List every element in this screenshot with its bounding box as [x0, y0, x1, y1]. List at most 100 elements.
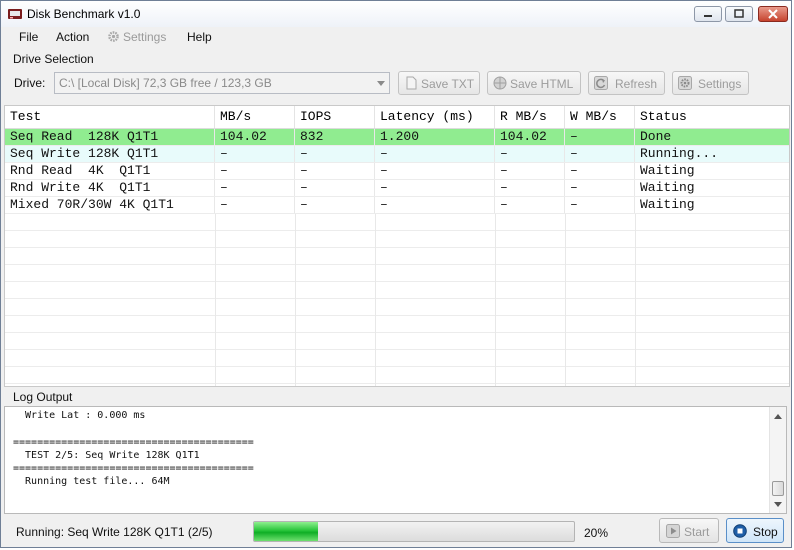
- cell-write-mbs: –: [565, 180, 635, 196]
- log-line: TEST 2/5: Seq Write 128K Q1T1: [13, 450, 200, 461]
- cell-read-mbs: –: [495, 197, 565, 213]
- progress-bar-fill: [254, 522, 318, 541]
- refresh-icon: [594, 76, 608, 90]
- cell-read-mbs: –: [495, 163, 565, 179]
- cell-test: Seq Read 128K Q1T1: [5, 129, 215, 145]
- cell-mbs: –: [215, 163, 295, 179]
- empty-row: [5, 214, 789, 231]
- column-divider: [215, 214, 216, 386]
- column-divider: [495, 214, 496, 386]
- cell-read-mbs: –: [495, 146, 565, 162]
- column-header-mbs[interactable]: MB/s: [215, 106, 295, 128]
- minimize-button[interactable]: [694, 6, 722, 22]
- cell-write-mbs: –: [565, 129, 635, 145]
- scroll-down-arrow-icon[interactable]: [774, 502, 782, 507]
- app-window: Disk Benchmark v1.0 File Action Settings…: [0, 0, 792, 548]
- empty-row: [5, 231, 789, 248]
- menu-settings-label: Settings: [123, 30, 167, 44]
- cell-latency: –: [375, 163, 495, 179]
- gear-icon: [108, 31, 119, 42]
- cell-iops: –: [295, 146, 375, 162]
- table-row[interactable]: Seq Write 128K Q1T1 – – – – – Running...: [5, 146, 789, 163]
- menu-file[interactable]: File: [19, 30, 38, 44]
- log-scrollbar[interactable]: [769, 407, 786, 513]
- progress-bar: [253, 521, 575, 542]
- menu-bar: File Action Settings Help: [1, 28, 791, 48]
- table-row[interactable]: Rnd Read 4K Q1T1 – – – – – Waiting: [5, 163, 789, 180]
- scroll-up-arrow-icon[interactable]: [774, 414, 782, 419]
- cell-iops: 832: [295, 129, 375, 145]
- cell-read-mbs: –: [495, 180, 565, 196]
- log-line: Running test file... 64M: [13, 476, 170, 487]
- maximize-button[interactable]: [725, 6, 753, 22]
- disk-app-icon: [8, 9, 22, 19]
- drive-dropdown[interactable]: C:\ [Local Disk] 72,3 GB free / 123,3 GB: [54, 72, 390, 94]
- close-icon: [768, 9, 778, 19]
- menu-help[interactable]: Help: [187, 30, 212, 44]
- refresh-label: Refresh: [615, 77, 658, 91]
- drive-label: Drive:: [14, 76, 46, 90]
- column-divider: [635, 214, 636, 386]
- cell-read-mbs: 104.02: [495, 129, 565, 145]
- results-table: Test MB/s IOPS Latency (ms) R MB/s W MB/…: [4, 105, 790, 387]
- cell-test: Rnd Write 4K Q1T1: [5, 180, 215, 196]
- column-header-iops[interactable]: IOPS: [295, 106, 375, 128]
- cell-write-mbs: –: [565, 163, 635, 179]
- minimize-icon: [704, 15, 712, 17]
- settings-button[interactable]: Settings: [672, 71, 749, 95]
- cell-status: Waiting: [640, 163, 695, 178]
- save-html-label: Save HTML: [510, 77, 574, 91]
- table-row[interactable]: Mixed 70R/30W 4K Q1T1 – – – – – Waiting: [5, 197, 789, 214]
- column-header-test[interactable]: Test: [5, 106, 215, 128]
- cell-status: Waiting: [640, 197, 695, 212]
- settings-label: Settings: [698, 77, 742, 91]
- empty-row: [5, 248, 789, 265]
- table-row[interactable]: Rnd Write 4K Q1T1 – – – – – Waiting: [5, 180, 789, 197]
- save-txt-button[interactable]: Save TXT: [398, 71, 480, 95]
- cell-status: Done: [640, 129, 672, 144]
- column-header-write-mbs[interactable]: W MB/s: [565, 106, 635, 128]
- empty-row: [5, 350, 789, 367]
- menu-action[interactable]: Action: [56, 30, 89, 44]
- drive-selection-label: Drive Selection: [13, 52, 94, 66]
- save-html-button[interactable]: Save HTML: [487, 71, 581, 95]
- drive-dropdown-value: C:\ [Local Disk] 72,3 GB free / 123,3 GB: [59, 76, 272, 90]
- cell-write-mbs: –: [565, 197, 635, 213]
- cell-iops: –: [295, 163, 375, 179]
- globe-icon: [493, 76, 507, 90]
- stop-button[interactable]: Stop: [726, 518, 784, 543]
- play-icon: [666, 524, 680, 538]
- empty-row: [5, 316, 789, 333]
- table-header: Test MB/s IOPS Latency (ms) R MB/s W MB/…: [5, 106, 789, 129]
- refresh-button[interactable]: Refresh: [588, 71, 665, 95]
- cell-latency: 1.200: [375, 129, 495, 145]
- column-header-latency[interactable]: Latency (ms): [375, 106, 495, 128]
- maximize-icon: [734, 9, 744, 18]
- log-output-textbox[interactable]: Write Lat : 0.000 ms ===================…: [4, 406, 787, 514]
- column-header-status[interactable]: Status: [635, 106, 789, 128]
- log-line: ========================================: [13, 463, 254, 474]
- cell-latency: –: [375, 146, 495, 162]
- status-text: Running: Seq Write 128K Q1T1 (2/5): [16, 525, 213, 539]
- menu-settings[interactable]: Settings: [107, 30, 166, 44]
- document-icon: [406, 76, 417, 90]
- title-bar: Disk Benchmark v1.0: [1, 1, 791, 27]
- cell-mbs: –: [215, 146, 295, 162]
- chevron-down-icon: [377, 81, 385, 86]
- cell-mbs: –: [215, 180, 295, 196]
- window-title: Disk Benchmark v1.0: [27, 7, 141, 21]
- column-header-read-mbs[interactable]: R MB/s: [495, 106, 565, 128]
- empty-row: [5, 299, 789, 316]
- column-divider: [565, 214, 566, 386]
- column-divider: [375, 214, 376, 386]
- cell-test: Mixed 70R/30W 4K Q1T1: [5, 197, 215, 213]
- close-button[interactable]: [758, 6, 788, 22]
- table-row[interactable]: Seq Read 128K Q1T1 104.02 832 1.200 104.…: [5, 129, 789, 146]
- cell-latency: –: [375, 197, 495, 213]
- start-button[interactable]: Start: [659, 518, 719, 543]
- scrollbar-thumb[interactable]: [772, 481, 784, 496]
- cell-test: Seq Write 128K Q1T1: [5, 146, 215, 162]
- column-divider: [295, 214, 296, 386]
- stop-icon: [733, 524, 747, 538]
- log-line: ========================================: [13, 437, 254, 448]
